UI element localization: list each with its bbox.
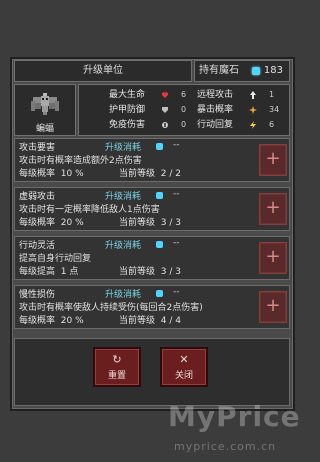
per-level-label: 每级概率 <box>19 316 56 326</box>
shield-icon <box>162 107 168 113</box>
skill-description: 攻击时有概率使敌人持续受伤(每回合2点伤害) <box>19 303 203 313</box>
stat-label: 最大生命 <box>109 90 146 100</box>
per-level-value: 10 % <box>60 169 84 179</box>
current-level-value: 3 / 3 <box>160 218 181 228</box>
current-level-label: 当前等级 <box>119 316 156 326</box>
stat-label: 暴击概率 <box>197 105 234 115</box>
magic-stone-icon <box>156 143 163 150</box>
upgrade-button[interactable]: + <box>259 193 287 225</box>
stat-label: 免疫伤害 <box>109 120 146 130</box>
current-level-label: 当前等级 <box>119 267 156 277</box>
skill-per-level: 每级概率 10 % <box>19 166 84 179</box>
lightning-icon <box>250 121 256 129</box>
skill-cost-value: -- <box>173 238 180 248</box>
per-level-label: 每级概率 <box>19 169 56 179</box>
stat-max-hp: 最大生命 6 <box>109 88 186 102</box>
skill-per-level: 每级概率 20 % <box>19 313 84 326</box>
currency-display: 持有魔石 183 <box>194 60 290 82</box>
skill-title: 虚弱攻击 <box>19 192 56 202</box>
current-level-value: 2 / 2 <box>160 169 181 179</box>
current-level-label: 当前等级 <box>119 169 156 179</box>
currency-value: 183 <box>263 65 283 76</box>
watermark: MyPrice myprice.com.cn <box>168 400 300 460</box>
skill-current-level: 当前等级 3 / 3 <box>119 215 181 228</box>
stat-value: 1 <box>269 90 275 99</box>
plus-icon: + <box>265 295 281 316</box>
skill-card-vital-strike: 攻击要害 升级消耗 -- 攻击时有概率造成额外2点伤害 每级概率 10 % 当前… <box>14 138 290 182</box>
skill-title: 行动灵活 <box>19 241 56 251</box>
skill-description: 提高自身行动回复 <box>19 254 92 264</box>
crit-icon <box>249 106 257 114</box>
per-level-value: 1 点 <box>60 267 79 277</box>
stat-value: 6 <box>181 90 187 99</box>
reset-button[interactable]: ↻ 重置 <box>93 347 141 387</box>
stat-value: 0 <box>181 120 187 129</box>
skill-cost-value: -- <box>173 140 180 150</box>
skill-cost-label: 升级消耗 <box>105 143 142 153</box>
stat-crit: 暴击概率 34 <box>197 103 279 117</box>
per-level-label: 每级提高 <box>19 267 56 277</box>
skill-card-chronic-damage: 慢性损伤 升级消耗 -- 攻击时有概率使敌人持续受伤(每回合2点伤害) 每级概率… <box>14 285 290 329</box>
watermark-brand: MyPrice <box>168 400 301 433</box>
upgrade-button[interactable]: + <box>259 291 287 323</box>
unit-stats: 最大生命 6 护甲防御 0 免疫伤害 0 远程攻击 1 暴击概率 34 行动回复… <box>78 84 290 136</box>
magic-stone-icon <box>156 290 163 297</box>
close-icon: ✕ <box>179 353 189 366</box>
skill-current-level: 当前等级 2 / 2 <box>119 166 181 179</box>
stat-action-regen: 行动回复 6 <box>197 118 274 132</box>
current-level-value: 3 / 3 <box>160 267 181 277</box>
stat-label: 远程攻击 <box>197 90 234 100</box>
close-button[interactable]: ✕ 关闭 <box>160 347 208 387</box>
magic-stone-icon <box>156 192 163 199</box>
plus-icon: + <box>265 246 281 267</box>
skill-title: 攻击要害 <box>19 143 56 153</box>
current-level-value: 4 / 4 <box>160 316 181 326</box>
per-level-value: 20 % <box>60 218 84 228</box>
close-label: 关闭 <box>174 371 193 381</box>
skill-card-agile-action: 行动灵活 升级消耗 -- 提高自身行动回复 每级提高 1 点 当前等级 3 / … <box>14 236 290 280</box>
magic-stone-icon <box>252 67 260 75</box>
immunity-icon <box>162 122 168 128</box>
skill-description: 攻击时有概率造成额外2点伤害 <box>19 156 142 166</box>
plus-icon: + <box>265 148 281 169</box>
footer-actions <box>14 338 290 406</box>
panel-title: 升级单位 <box>14 60 192 82</box>
bat-icon <box>31 93 59 115</box>
stat-value: 6 <box>269 120 275 129</box>
stat-ranged: 远程攻击 1 <box>197 88 274 102</box>
skill-current-level: 当前等级 4 / 4 <box>119 313 181 326</box>
stat-label: 行动回复 <box>197 120 234 130</box>
refresh-icon: ↻ <box>112 353 122 366</box>
upgrade-button[interactable]: + <box>259 144 287 176</box>
skill-card-weakening-attack: 虚弱攻击 升级消耗 -- 攻击时有一定概率降低敌人1点伤害 每级概率 20 % … <box>14 187 290 231</box>
skill-cost-value: -- <box>173 287 180 297</box>
skill-cost-label: 升级消耗 <box>105 241 142 251</box>
arrow-icon <box>250 91 256 99</box>
reset-label: 重置 <box>107 371 126 381</box>
skill-title: 慢性损伤 <box>19 290 56 300</box>
unit-portrait: 蝙蝠 <box>14 84 76 136</box>
skill-per-level: 每级提高 1 点 <box>19 264 78 277</box>
stat-label: 护甲防御 <box>109 105 146 115</box>
currency-label: 持有魔石 <box>199 65 239 76</box>
stat-value: 0 <box>181 105 187 114</box>
per-level-value: 20 % <box>60 316 84 326</box>
skill-current-level: 当前等级 3 / 3 <box>119 264 181 277</box>
stat-armor: 护甲防御 0 <box>109 103 186 117</box>
heart-icon <box>162 92 168 98</box>
unit-name: 蝙蝠 <box>35 124 54 134</box>
magic-stone-icon <box>156 241 163 248</box>
current-level-label: 当前等级 <box>119 218 156 228</box>
skill-cost-label: 升级消耗 <box>105 290 142 300</box>
skill-per-level: 每级概率 20 % <box>19 215 84 228</box>
plus-icon: + <box>265 197 281 218</box>
stat-immunity: 免疫伤害 0 <box>109 118 186 132</box>
per-level-label: 每级概率 <box>19 218 56 228</box>
skill-description: 攻击时有一定概率降低敌人1点伤害 <box>19 205 160 215</box>
watermark-url: myprice.com.cn <box>174 440 277 453</box>
stat-value: 34 <box>269 105 280 114</box>
upgrade-button[interactable]: + <box>259 242 287 274</box>
skill-cost-label: 升级消耗 <box>105 192 142 202</box>
skill-cost-value: -- <box>173 189 180 199</box>
